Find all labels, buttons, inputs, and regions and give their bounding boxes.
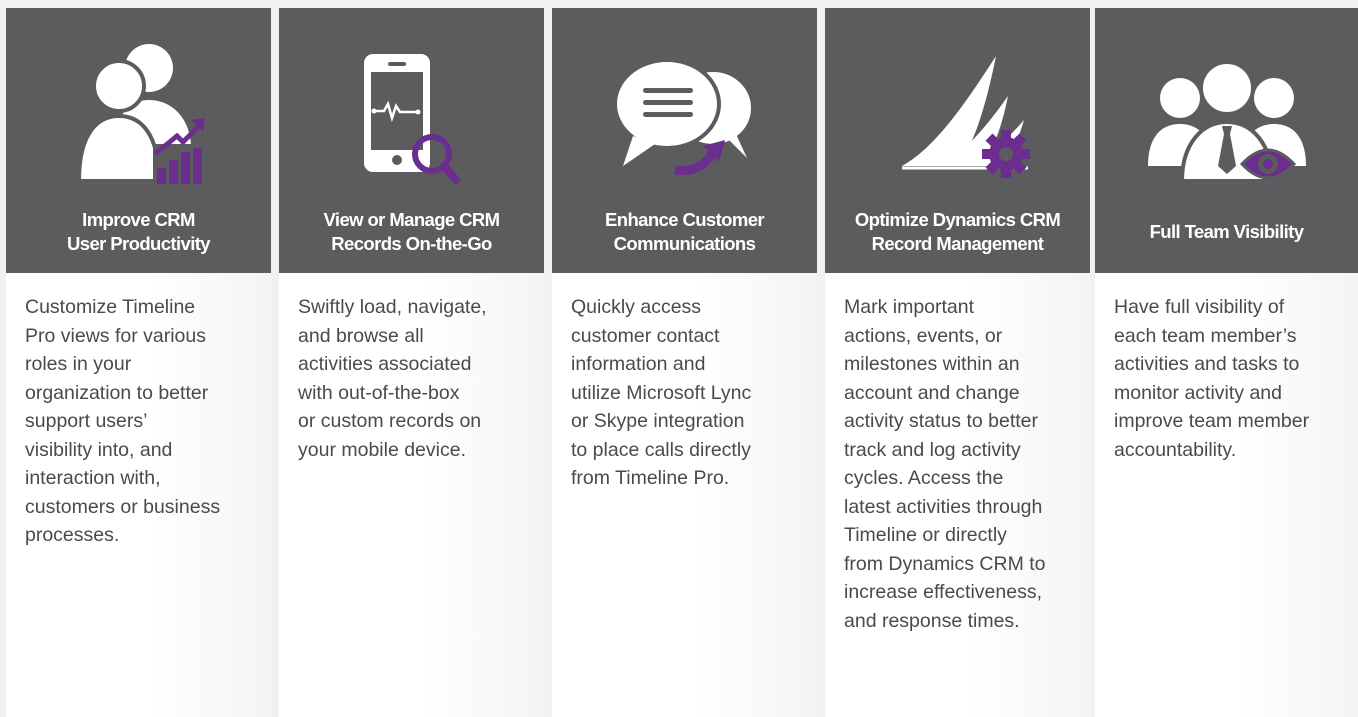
card-title: Enhance Customer Communications (558, 204, 811, 260)
card-description: Have full visibility of each team member… (1114, 293, 1352, 464)
card-title: Improve CRM User Productivity (12, 204, 265, 260)
card-header: View or Manage CRM Records On-the-Go (279, 8, 544, 273)
description-line: Mark important (844, 296, 975, 318)
description-line: improve team member (1114, 410, 1310, 432)
description-line: cycles. Access the (844, 467, 1004, 489)
description-line: customers or business (25, 495, 221, 518)
description-line: or Skype integration (571, 410, 745, 432)
card-title-line: View or Manage CRM (323, 209, 501, 230)
description-line: actions, events, or (844, 324, 1003, 347)
description-line: Customize Timeline (25, 296, 196, 318)
description-line: with out-of-the-box (298, 381, 460, 404)
card-title-line: Improve CRM (82, 209, 195, 230)
feature-card-record-management: Optimize Dynamics CRM Record Management … (825, 8, 1090, 717)
card-body: Swiftly load, navigate, and browse all a… (279, 273, 544, 717)
card-title: View or Manage CRM Records On-the-Go (285, 204, 538, 260)
dynamics-sail-gear-icon (825, 36, 1090, 186)
description-line: milestones within an (844, 353, 1020, 375)
description-line: Quickly access (571, 296, 702, 318)
card-title-line: Full Team Visibility (1149, 221, 1304, 242)
description-line: latest activities through (844, 495, 1043, 518)
card-header: Optimize Dynamics CRM Record Management (825, 8, 1090, 273)
description-line: support users’ (25, 410, 148, 432)
card-title-line: User Productivity (67, 233, 211, 254)
description-line: account and change (844, 381, 1020, 404)
feature-card-productivity: Improve CRM User Productivity Customize … (6, 8, 271, 717)
description-line: Swiftly load, navigate, (298, 296, 487, 318)
card-description: Quickly access customer contact informat… (571, 293, 811, 493)
card-description: Mark important actions, events, or miles… (844, 293, 1084, 635)
description-line: utilize Microsoft Lync (571, 381, 752, 404)
description-line: roles in your (25, 353, 132, 375)
feature-card-mobile: View or Manage CRM Records On-the-Go Swi… (279, 8, 544, 717)
description-line: from Timeline Pro. (571, 467, 730, 489)
description-line: increase effectiveness, (844, 581, 1042, 603)
card-title-line: Optimize Dynamics CRM (854, 209, 1061, 230)
card-description: Customize Timeline Pro views for various… (25, 293, 265, 550)
description-line: Have full visibility of (1114, 296, 1285, 318)
team-eye-icon (1095, 36, 1358, 186)
description-line: to place calls directly (571, 438, 751, 461)
description-line: and response times. (844, 609, 1020, 632)
description-line: and browse all (298, 324, 424, 347)
description-line: monitor activity and (1114, 381, 1282, 404)
card-body: Mark important actions, events, or miles… (825, 273, 1090, 717)
description-line: activities and tasks to (1114, 353, 1300, 375)
description-line: information and (571, 353, 706, 375)
chat-bubbles-icon (552, 36, 817, 186)
card-body: Quickly access customer contact informat… (552, 273, 817, 717)
description-line: Pro views for various (25, 324, 206, 347)
description-line: organization to better (25, 381, 209, 404)
description-line: track and log activity (844, 438, 1021, 461)
card-title-line: Enhance Customer (605, 209, 765, 230)
card-header: Improve CRM User Productivity (6, 8, 271, 273)
card-body: Customize Timeline Pro views for various… (6, 273, 271, 717)
description-line: or custom records on (298, 410, 482, 432)
card-description: Swiftly load, navigate, and browse all a… (298, 293, 538, 464)
users-growth-chart-icon (6, 36, 271, 186)
card-title-line: Communications (613, 233, 756, 254)
description-line: activity status to better (844, 410, 1039, 432)
card-title-line: Record Management (871, 233, 1044, 254)
description-line: visibility into, and (25, 438, 173, 461)
description-line: activities associated (298, 353, 472, 375)
card-header: Enhance Customer Communications (552, 8, 817, 273)
description-line: customer contact (571, 324, 720, 347)
description-line: each team member’s (1114, 324, 1297, 347)
description-line: processes. (25, 524, 120, 546)
feature-card-communications: Enhance Customer Communications Quickly … (552, 8, 817, 717)
description-line: interaction with, (25, 467, 161, 489)
card-title: Optimize Dynamics CRM Record Management (831, 204, 1084, 260)
description-line: Timeline or directly (844, 524, 1007, 546)
card-title-line: Records On-the-Go (331, 233, 492, 254)
feature-card-team-visibility: Full Team Visibility Have full visibilit… (1095, 8, 1358, 717)
card-title: Full Team Visibility (1101, 204, 1352, 260)
description-line: accountability. (1114, 438, 1237, 461)
card-header: Full Team Visibility (1095, 8, 1358, 273)
mobile-search-icon (279, 36, 544, 186)
description-line: from Dynamics CRM to (844, 552, 1046, 575)
description-line: your mobile device. (298, 438, 466, 461)
card-body: Have full visibility of each team member… (1095, 273, 1358, 717)
